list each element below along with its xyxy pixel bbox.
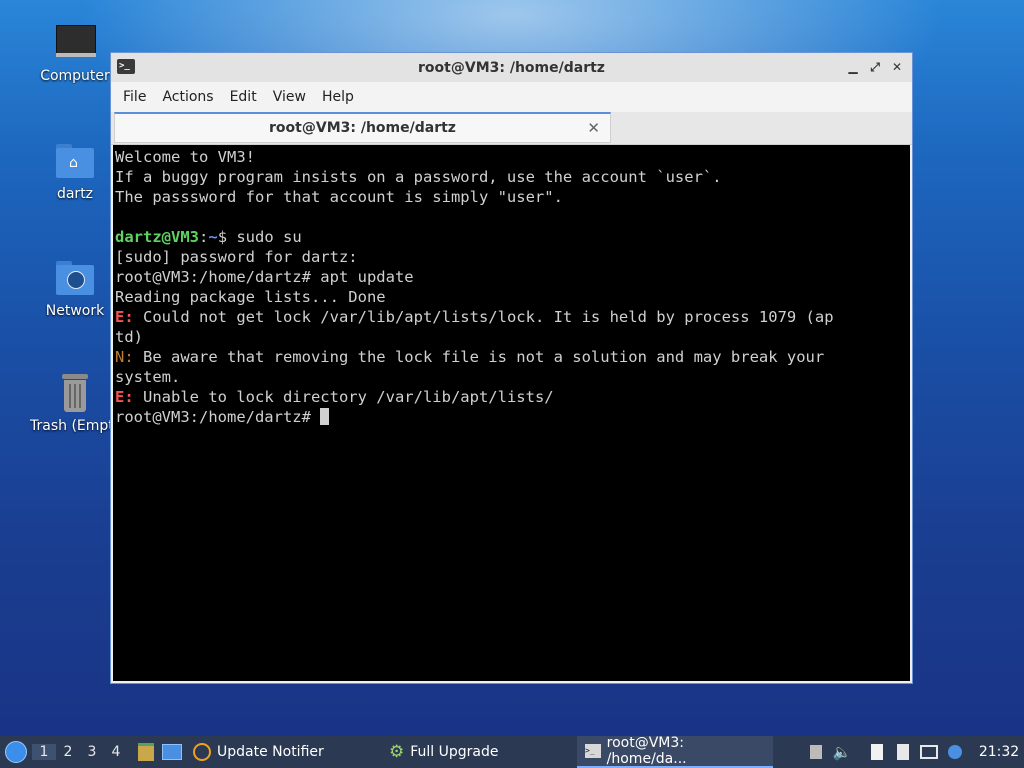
menu-edit[interactable]: Edit [222, 89, 265, 105]
task-terminal[interactable]: >_ root@VM3: /home/da... [577, 735, 773, 768]
maximize-button[interactable]: ⤢ [866, 58, 884, 76]
home-folder-icon: ⌂ [54, 140, 96, 182]
desktop-icon-label: Network [45, 303, 105, 319]
desktop-icon-home-folder[interactable]: ⌂ dartz [30, 140, 120, 202]
workspace-2[interactable]: 2 [56, 744, 80, 760]
terminal-line: E: Unable to lock directory /var/lib/apt… [115, 387, 910, 407]
show-desktop-icon[interactable] [162, 742, 182, 762]
terminal-line: td) [115, 328, 143, 346]
desktop-icon-label: Computer [40, 68, 110, 84]
prompt-command: $ sudo su [217, 228, 302, 246]
notification-icon[interactable] [945, 742, 965, 762]
battery-icon[interactable] [893, 742, 913, 762]
start-menu-button[interactable] [0, 736, 32, 768]
task-label: root@VM3: /home/da... [606, 735, 687, 767]
terminal-line: dartz@VM3:~$ sudo su [115, 227, 910, 247]
gear-icon: ⚙ [389, 742, 405, 762]
error-text: Could not get lock /var/lib/apt/lists/lo… [133, 308, 834, 326]
tab-bar: root@VM3: /home/dartz ✕ [111, 112, 912, 145]
note-text: Be aware that removing the lock file is … [133, 348, 825, 366]
desktop-icon-label: Trash (Empty) [30, 418, 110, 434]
error-tag: E: [115, 388, 134, 406]
terminal-icon: >_ [585, 744, 601, 758]
window-title: root@VM3: /home/dartz [418, 59, 605, 76]
task-full-upgrade[interactable]: ⚙ Full Upgrade [381, 736, 577, 768]
terminal-line: The passsword for that account is simply… [115, 188, 563, 206]
terminal-app-icon: >_ [117, 59, 135, 74]
close-button[interactable]: ✕ [888, 58, 906, 76]
volume-icon[interactable]: 🔈 [832, 742, 852, 762]
prompt-path: ~ [208, 228, 218, 246]
clipboard-icon[interactable] [867, 742, 887, 762]
error-tag: E: [115, 308, 134, 326]
tab-label: root@VM3: /home/dartz [269, 120, 456, 136]
workspace-1[interactable]: 1 [32, 744, 56, 760]
minimize-button[interactable]: ▁ [844, 58, 862, 76]
menu-help[interactable]: Help [314, 89, 362, 105]
trash-icon [54, 372, 96, 414]
task-label: Full Upgrade [410, 744, 499, 760]
network-folder-icon [54, 257, 96, 299]
terminal-line: N: Be aware that removing the lock file … [115, 347, 910, 367]
window-titlebar[interactable]: >_ root@VM3: /home/dartz ▁ ⤢ ✕ [111, 53, 912, 82]
terminal-line: If a buggy program insists on a password… [115, 168, 722, 186]
desktop-icon-label: dartz [56, 186, 94, 202]
error-text: Unable to lock directory /var/lib/apt/li… [133, 388, 554, 406]
file-manager-launcher-icon[interactable] [136, 742, 156, 762]
desktop-icon-computer[interactable]: Computer [30, 22, 120, 84]
task-label: Update Notifier [217, 744, 324, 760]
lubuntu-logo-icon [5, 741, 27, 763]
update-tray-icon[interactable] [806, 742, 826, 762]
update-notifier-icon [193, 743, 211, 761]
terminal-line: system. [115, 368, 181, 386]
terminal-line: Reading package lists... Done [115, 288, 386, 306]
clock[interactable]: 21:32 [974, 744, 1024, 760]
workspace-4[interactable]: 4 [104, 744, 128, 760]
workspace-3[interactable]: 3 [80, 744, 104, 760]
terminal-line: Welcome to VM3! [115, 148, 255, 166]
terminal-window: >_ root@VM3: /home/dartz ▁ ⤢ ✕ File Acti… [110, 52, 913, 684]
computer-icon [54, 22, 96, 64]
task-update-notifier[interactable]: Update Notifier [185, 736, 381, 768]
prompt-user: dartz@VM3 [115, 228, 199, 246]
terminal-output[interactable]: Welcome to VM3! If a buggy program insis… [113, 145, 910, 681]
menu-bar: File Actions Edit View Help [111, 82, 912, 112]
taskbar: 1 2 3 4 Update Notifier ⚙ Full Upgrade >… [0, 735, 1024, 768]
desktop-icon-trash[interactable]: Trash (Empty) [30, 372, 120, 434]
menu-view[interactable]: View [265, 89, 314, 105]
tab-close-icon[interactable]: ✕ [587, 119, 600, 137]
tab-terminal[interactable]: root@VM3: /home/dartz ✕ [114, 112, 611, 143]
terminal-cursor [320, 408, 330, 425]
final-prompt: root@VM3:/home/dartz# [115, 408, 321, 426]
network-tray-icon[interactable] [919, 742, 939, 762]
desktop-icon-network[interactable]: Network [30, 257, 120, 319]
terminal-line: [sudo] password for dartz: [115, 248, 358, 266]
menu-actions[interactable]: Actions [154, 89, 221, 105]
menu-file[interactable]: File [115, 89, 154, 105]
terminal-line: root@VM3:/home/dartz# apt update [115, 268, 414, 286]
note-tag: N: [115, 348, 134, 366]
terminal-line: E: Could not get lock /var/lib/apt/lists… [115, 307, 910, 327]
terminal-line: root@VM3:/home/dartz# [115, 407, 910, 427]
prompt-sep: : [199, 228, 209, 246]
